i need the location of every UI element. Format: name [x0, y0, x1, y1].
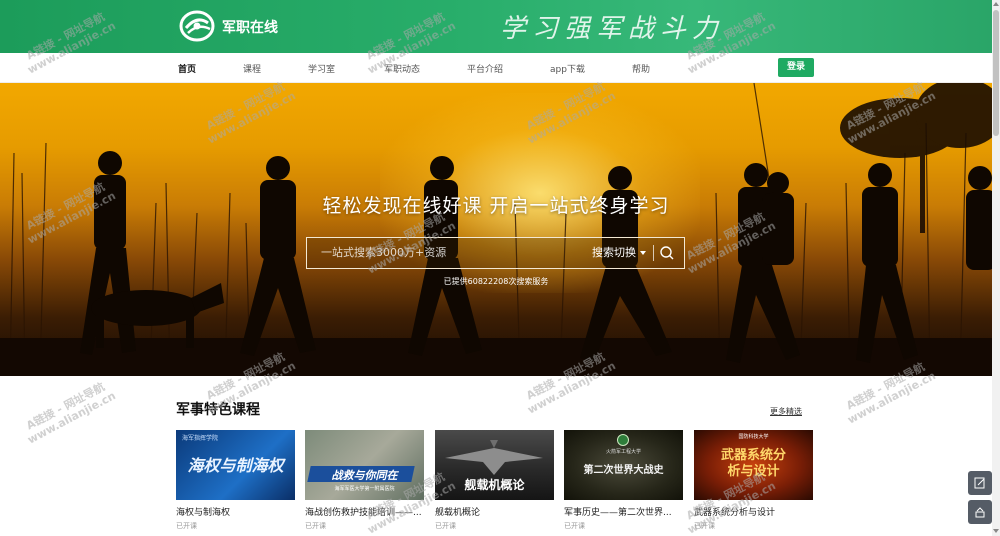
course-title[interactable]: 武器系统分析与设计 [694, 505, 813, 518]
course-status: 已开课 [305, 522, 326, 530]
thumb-text: 海权与制海权 [187, 456, 284, 475]
back-to-top-button[interactable] [968, 500, 992, 524]
course-card[interactable]: 国防科技大学 武器系统分析与设计 武器系统分析与设计 已开课 [694, 430, 813, 531]
course-status: 已开课 [564, 522, 585, 530]
course-thumbnail[interactable]: 战救与你同在 海军军医大学第一附属医院 [305, 430, 424, 500]
thumb-caption: 海军军医大学第一附属医院 [334, 486, 395, 492]
emblem-icon [617, 434, 629, 446]
hero-title: 轻松发现在线好课 开启一站式终身学习 [322, 195, 670, 217]
slogan: 学习强军战斗力 [500, 14, 725, 44]
course-thumbnail[interactable]: 国防科技大学 武器系统分析与设计 [694, 430, 813, 500]
nav-item-study-room[interactable]: 学习室 [308, 62, 335, 75]
course-status: 已开课 [694, 522, 715, 530]
watermark-line-2: www.alianjie.cn [25, 388, 118, 447]
thumb-caption: 火箭军工程大学 [605, 449, 641, 455]
course-title[interactable]: 军事历史——第二次世界... [564, 505, 683, 518]
scroll-down-arrow-icon[interactable] [993, 529, 999, 533]
top-banner: 军职在线 学习强军战斗力 [0, 0, 992, 53]
upload-icon [975, 507, 985, 518]
nav-item-help[interactable]: 帮助 [632, 62, 650, 75]
nav-item-about[interactable]: 平台介绍 [467, 62, 503, 75]
course-thumbnail[interactable]: 火箭军工程大学 第二次世界大战史 [564, 430, 683, 500]
search-bar: 一站式搜索3000万+资源 搜索切换 [306, 237, 685, 269]
more-courses-link[interactable]: 更多精选 [770, 406, 802, 417]
nav-item-app-download[interactable]: app下载 [550, 62, 585, 75]
course-title[interactable]: 海权与制海权 [176, 505, 295, 518]
course-thumbnail[interactable]: 舰载机概论 [435, 430, 554, 500]
thumb-caption: 海军指挥学院 [182, 435, 219, 442]
thumb-text: 武器系统分析与设计 [720, 448, 786, 479]
scroll-thumb[interactable] [993, 10, 999, 136]
course-status: 已开课 [176, 522, 197, 530]
thumb-text: 第二次世界大战史 [583, 465, 664, 476]
thumb-text: 战救与你同在 [331, 469, 398, 482]
thumb-text: 舰载机概论 [464, 478, 525, 492]
watermark: A链接 - 网址导航 www.alianjie.cn [20, 379, 118, 447]
search-stat-text: 已提供60822208次搜索服务 [443, 277, 549, 286]
section-title: 军事特色课程 [176, 402, 260, 418]
course-card[interactable]: 战救与你同在 海军军医大学第一附属医院 海战创伤救护技能培训——... 已开课 [305, 430, 424, 531]
edit-icon [974, 477, 985, 489]
soldiers-silhouette-scene [0, 83, 992, 376]
course-card[interactable]: 舰载机概论 舰载机概论 已开课 [435, 430, 554, 531]
course-card[interactable]: 火箭军工程大学 第二次世界大战史 军事历史——第二次世界... 已开课 [564, 430, 683, 531]
course-title[interactable]: 海战创伤救护技能培训——... [305, 505, 424, 518]
course-title[interactable]: 舰载机概论 [435, 505, 554, 518]
watermark-line-2: www.alianjie.cn [845, 368, 938, 427]
course-card[interactable]: 海军指挥学院 海权与制海权 海权与制海权 已开课 [176, 430, 295, 531]
search-icon[interactable] [659, 245, 675, 261]
scroll-up-arrow-icon[interactable] [993, 2, 999, 6]
search-divider [653, 245, 654, 261]
brand-name[interactable]: 军职在线 [222, 17, 278, 37]
nav-item-courses[interactable]: 课程 [243, 62, 261, 75]
search-switch-dropdown[interactable]: 搜索切换 [592, 238, 646, 268]
caret-down-icon [640, 251, 646, 255]
search-input[interactable]: 一站式搜索3000万+资源 [307, 238, 587, 268]
logo-icon[interactable] [178, 9, 216, 43]
course-status: 已开课 [435, 522, 456, 530]
nav-item-home[interactable]: 首页 [178, 62, 196, 75]
login-button[interactable]: 登录 [778, 58, 814, 77]
scrollbar[interactable] [992, 0, 1000, 536]
main-nav: 首页 课程 学习室 军职动态 平台介绍 app下载 帮助 [0, 53, 992, 83]
hero-banner: 轻松发现在线好课 开启一站式终身学习 一站式搜索3000万+资源 搜索切换 已提… [0, 83, 992, 376]
watermark-line-1: A链接 - 网址导航 [24, 380, 107, 433]
nav-item-news[interactable]: 军职动态 [384, 62, 420, 75]
feedback-button[interactable] [968, 471, 992, 495]
thumb-caption: 国防科技大学 [738, 434, 769, 440]
search-switch-label: 搜索切换 [592, 246, 636, 259]
course-thumbnail[interactable]: 海军指挥学院 海权与制海权 [176, 430, 295, 500]
